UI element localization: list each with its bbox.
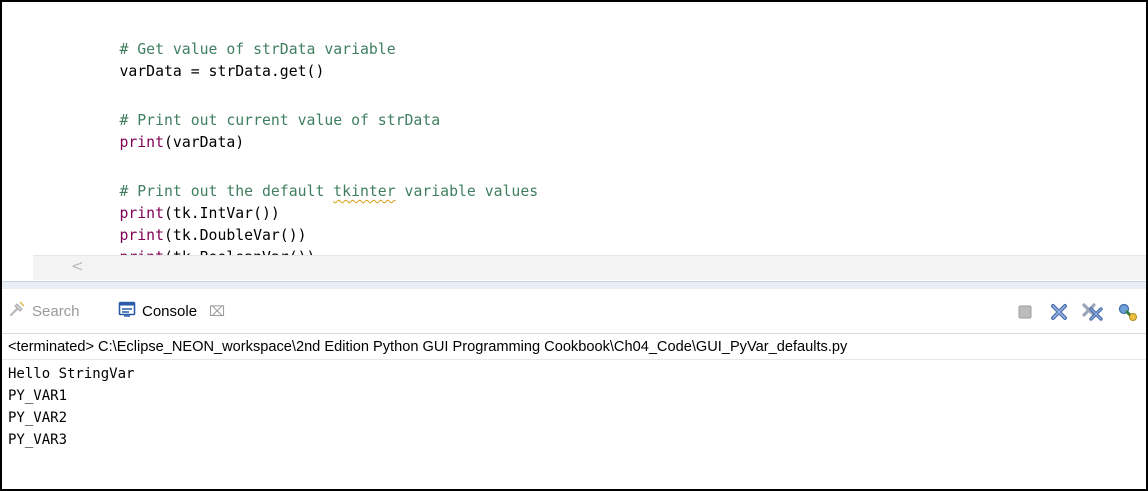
code-line: # Print out the default tkinter variable… bbox=[66, 162, 538, 200]
spelling-warning-word[interactable]: tkinter bbox=[333, 183, 395, 200]
tab-search-label: Search bbox=[32, 302, 80, 320]
remove-launch-icon[interactable] bbox=[1048, 301, 1070, 323]
pin-console-icon[interactable] bbox=[1116, 301, 1138, 323]
code-args: (varData) bbox=[164, 134, 245, 151]
tab-console[interactable]: Console ⌧ bbox=[118, 297, 226, 325]
code-line: print(tk.BooleanVar()) bbox=[66, 228, 315, 266]
scroll-left-arrow-icon[interactable]: < bbox=[71, 257, 84, 275]
remove-all-terminated-icon[interactable] bbox=[1082, 301, 1104, 323]
view-tab-bar: Search Console ⌧ bbox=[2, 289, 1146, 334]
console-process-label: <terminated> C:\Eclipse_NEON_workspace\2… bbox=[2, 334, 1146, 360]
tab-console-label: Console bbox=[142, 302, 198, 320]
horizontal-scrollbar[interactable]: < bbox=[33, 255, 1146, 280]
builtin-keyword: print bbox=[119, 134, 164, 151]
eclipse-window: # Get value of strData variable varData … bbox=[0, 0, 1148, 491]
tab-search[interactable]: Search bbox=[8, 297, 80, 325]
console-output-line: PY_VAR1 bbox=[8, 388, 68, 404]
code-line: print(varData) bbox=[66, 113, 244, 151]
code-line: print(tk.DoubleVar()) bbox=[66, 206, 306, 244]
console-output[interactable]: Hello StringVar PY_VAR1 PY_VAR2 PY_VAR3 bbox=[2, 361, 1146, 489]
console-output-line: PY_VAR2 bbox=[8, 410, 68, 426]
close-tab-icon[interactable]: ⌧ bbox=[209, 303, 225, 320]
code-line: # Get value of strData variable bbox=[66, 20, 395, 58]
code-statement: varData = strData.get() bbox=[119, 63, 325, 80]
console-output-line: Hello StringVar bbox=[8, 366, 135, 382]
code-line: print(tk.IntVar()) bbox=[66, 184, 279, 222]
console-toolbar bbox=[1014, 299, 1138, 325]
search-flashlight-icon bbox=[8, 300, 26, 322]
code-comment: variable values bbox=[395, 183, 539, 200]
editor-gutter bbox=[2, 2, 32, 281]
terminate-icon[interactable] bbox=[1014, 301, 1036, 323]
code-line: # Print out current value of strData bbox=[66, 91, 440, 129]
code-editor[interactable]: # Get value of strData variable varData … bbox=[2, 2, 1146, 281]
code-line: varData = strData.get() bbox=[66, 42, 324, 80]
console-icon bbox=[118, 300, 136, 322]
console-output-line: PY_VAR3 bbox=[8, 432, 68, 448]
editor-view-divider[interactable] bbox=[2, 281, 1146, 289]
